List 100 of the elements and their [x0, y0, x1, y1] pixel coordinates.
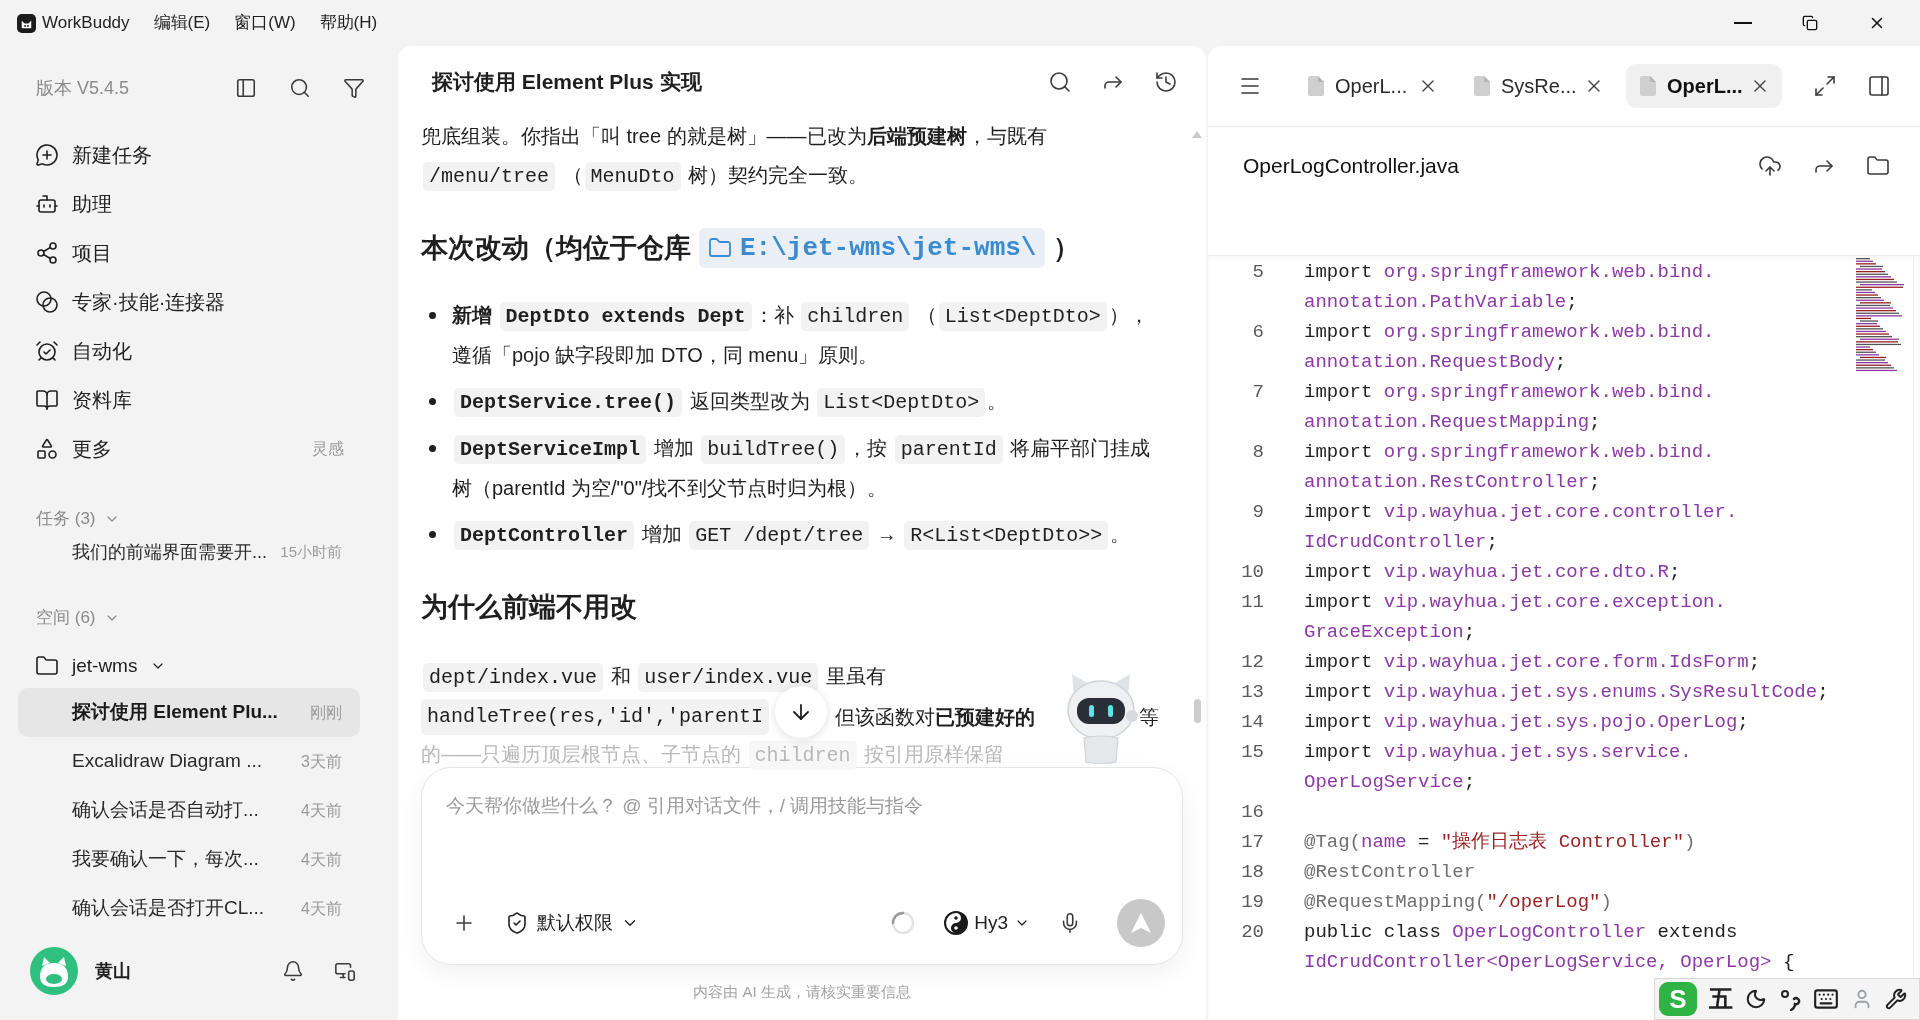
section-heading: 本次改动（均位于仓库 E:\jet-wms\jet-wms\ ） [421, 228, 1161, 268]
minimize-icon [1734, 22, 1752, 24]
line-number: 14 [1240, 710, 1264, 735]
code-line: import vip.wayhua.jet.sys.enums.SysResultCode; [1304, 680, 1830, 705]
line-number: 6 [1251, 320, 1264, 345]
code-line: import vip.wayhua.jet.core.dto.R; [1304, 560, 1682, 585]
user-name: 黄山 [95, 959, 131, 983]
line-number: 5 [1251, 260, 1264, 285]
nodes-icon [35, 240, 59, 265]
shapes-icon [35, 436, 59, 461]
bullet-icon [429, 445, 436, 452]
time-text: 15小时前 [279, 541, 342, 562]
nav-item[interactable]: 助理 [35, 188, 112, 219]
list-item-text: DeptController 增加 GET /dept/tree → R<List<DeptDto>> 。 [452, 515, 1161, 555]
search-icon [289, 77, 311, 99]
model-logo-icon [944, 911, 969, 935]
menu-item[interactable]: 窗口(W) [234, 10, 296, 36]
circles-icon [35, 289, 59, 314]
chat-title: 探讨使用 Element Plus 实现 [432, 68, 702, 95]
keyboard-icon[interactable] [1813, 986, 1839, 1012]
session-item[interactable]: 探讨使用 Element Plu... 刚刚 [18, 688, 360, 737]
model-selector[interactable]: Hy3 [944, 908, 1030, 938]
file-name: OperLogController.java [1243, 153, 1459, 180]
code-line: @RestController [1304, 860, 1477, 885]
nav-item[interactable]: 自动化 [35, 335, 132, 366]
cloud-upload-icon [1758, 154, 1782, 178]
line-number: 13 [1240, 680, 1264, 705]
history-icon [1154, 69, 1178, 94]
message-input[interactable]: 今天帮你做些什么？ @ 引用对话文件，/ 调用技能与指令 [446, 792, 1165, 899]
version-text: 版本 V5.4.5 [36, 76, 130, 100]
line-number: 9 [1251, 500, 1264, 525]
disclaimer-text: 内容由 AI 生成，请核实重要信息 [693, 982, 911, 1003]
punctuation-icon [1779, 987, 1801, 1011]
composer-panel[interactable]: 今天帮你做些什么？ @ 引用对话文件，/ 调用技能与指令 默认权限 Hy3 [421, 767, 1183, 965]
line-number: 17 [1240, 830, 1264, 855]
scroll-up-icon [1192, 131, 1202, 138]
line-number: 19 [1240, 890, 1264, 915]
folder-icon [35, 654, 59, 678]
nav-item[interactable]: 更多 [35, 433, 112, 464]
folder-icon [708, 236, 732, 260]
list-item-text: DeptService.tree() 返回类型改为 List<DeptDto> 。 [452, 382, 1161, 422]
paragraph-text: 兜底组装。你指出「叫 tree 的就是树」——已改为后端预建树，与既有 /menu/tree （ MenuDto 树）契约完全一致。 [421, 117, 1161, 196]
line-number: 15 [1240, 740, 1264, 765]
code-text: handleTree(res,'id','parentI [421, 698, 770, 735]
list-item-text: DeptServiceImpl 增加 buildTree() ，按 parentId 将扁平部门挂成树（parentId 为空/"0"/找不到父节点时归为根）。 [452, 434, 1152, 501]
line-number: 20 [1240, 920, 1264, 945]
nav-item[interactable]: 新建任务 [35, 139, 152, 170]
code-line: import org.springframework.web.bind.annotation.RequestMapping; [1304, 380, 1716, 435]
restore-icon [1802, 15, 1818, 31]
menu-item[interactable]: 帮助(H) [319, 10, 378, 36]
line-number: 12 [1240, 650, 1264, 675]
bell-icon [282, 960, 304, 982]
file-icon [1474, 76, 1490, 96]
file-icon [1640, 76, 1656, 96]
nav-item[interactable]: 专家·技能·连接器 [35, 286, 226, 317]
line-number: 10 [1240, 560, 1264, 585]
line-number: 18 [1240, 860, 1264, 885]
permission-dropdown[interactable]: 默认权限 [505, 908, 639, 938]
code-line: import vip.wayhua.jet.core.exception.GraceException; [1304, 590, 1727, 645]
code-line: import vip.wayhua.jet.core.form.IdsForm; [1304, 650, 1762, 675]
bullet-icon [429, 531, 436, 538]
wrench-icon[interactable] [1885, 988, 1907, 1010]
input-mode-text: 五 [1709, 984, 1733, 1014]
folder-item[interactable]: jet-wms [35, 651, 167, 681]
paragraph-text: dept/index.vue 和 user/index.vue 里虽有 [421, 657, 1161, 697]
book-icon [35, 387, 59, 412]
avatar-icon [30, 947, 78, 995]
code-line: import vip.wayhua.jet.sys.pojo.OperLog; [1304, 710, 1750, 735]
scrollbar-thumb [1194, 699, 1201, 723]
shield-check-icon [505, 911, 529, 935]
editor-tab[interactable]: OperL... [1294, 64, 1450, 108]
time-text: 刚刚 [309, 702, 342, 723]
line-number: 16 [1240, 800, 1264, 825]
nav-item[interactable]: 项目 [35, 237, 112, 268]
session-item[interactable]: 确认会话是否打开CL... 4天前 [18, 884, 360, 933]
bullet-icon [429, 312, 436, 319]
session-item[interactable]: 确认会话是否自动打... 4天前 [18, 786, 360, 835]
line-number: 8 [1251, 440, 1264, 465]
moon-icon[interactable] [1745, 988, 1767, 1010]
code-line: public class OperLogController extends IdCrudController<OperLogService, OperLog> { [1304, 920, 1796, 975]
code-line: import org.springframework.web.bind.annotation.PathVariable; [1304, 260, 1716, 315]
menu-item[interactable]: 编辑(E) [153, 10, 211, 36]
file-icon [1308, 76, 1324, 96]
scroll-down-button[interactable] [775, 686, 827, 738]
editor-tab[interactable]: SysRe... [1460, 64, 1616, 108]
app-name: WorkBuddy [42, 12, 130, 35]
nav-item[interactable]: 资料库 [35, 384, 132, 415]
side-panel-icon [1867, 74, 1891, 98]
session-item[interactable]: 我要确认一下，每次... 4天前 [18, 835, 360, 884]
paragraph-text: 等 [1139, 704, 1160, 730]
time-text: 4天前 [300, 898, 342, 919]
session-item[interactable]: 我们的前端界面需要开... 15小时前 [18, 534, 360, 570]
session-item[interactable]: Excalidraw Diagram ... 3天前 [18, 737, 360, 786]
section-heading: 为什么前端不用改 [421, 591, 638, 624]
code-line: import org.springframework.web.bind.annotation.RestController; [1304, 440, 1716, 495]
ime-logo: S [1659, 982, 1697, 1016]
code-line: import vip.wayhua.jet.sys.service.OperLogService; [1304, 740, 1693, 795]
code-line: import vip.wayhua.jet.core.controller.IdCrudController; [1304, 500, 1739, 555]
code-line: @RequestMapping("/operLog") [1304, 890, 1613, 915]
editor-tab[interactable]: OperL... [1626, 64, 1782, 108]
